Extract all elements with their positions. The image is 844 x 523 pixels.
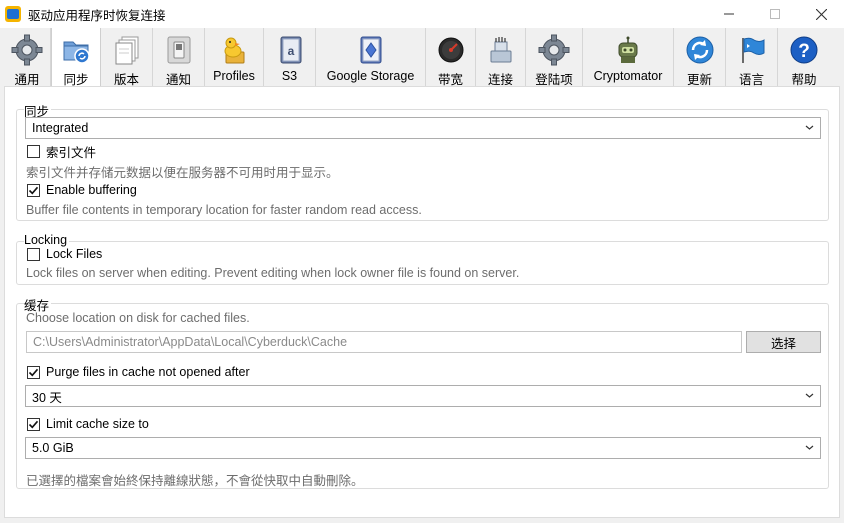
close-icon xyxy=(815,8,827,20)
google-storage-icon xyxy=(354,34,388,66)
group-title-locking: Locking xyxy=(24,233,70,247)
purge-files-checkbox[interactable] xyxy=(27,365,40,379)
index-files-label: 索引文件 xyxy=(46,146,97,160)
gear-icon xyxy=(10,34,44,66)
cache-size-value: 5.0 GiB xyxy=(32,441,74,455)
cache-location-description: Choose location on disk for cached files… xyxy=(26,311,250,325)
cache-footer-description: 已選擇的檔案會始終保持離線狀態，不會從快取中自動刪除。 xyxy=(26,474,364,488)
tab-sync[interactable]: 同步 xyxy=(51,28,101,87)
minimize-button[interactable] xyxy=(706,0,752,28)
svg-text:a: a xyxy=(287,44,294,58)
window-controls xyxy=(706,0,844,28)
choose-folder-label: 选择 xyxy=(770,335,796,351)
tab-help[interactable]: ? 帮助 xyxy=(778,28,830,87)
lock-files-label: Lock Files xyxy=(46,247,103,261)
index-files-description: 索引文件并存储元数据以便在服务器不可用时用于显示。 xyxy=(26,166,339,180)
checkmark-icon xyxy=(28,368,39,376)
duck-icon xyxy=(217,34,251,66)
robot-icon xyxy=(611,34,645,66)
tab-general[interactable]: 通用 xyxy=(4,28,51,87)
tab-update[interactable]: 更新 xyxy=(674,28,726,87)
limit-cache-checkbox[interactable] xyxy=(27,417,40,431)
cache-path-value: C:\Users\Administrator\AppData\Local\Cyb… xyxy=(33,335,348,349)
checkmark-icon xyxy=(28,420,39,428)
enable-buffering-checkbox-row[interactable]: Enable buffering xyxy=(27,183,137,197)
choose-folder-button[interactable]: 选择 xyxy=(746,331,821,353)
purge-files-checkbox-row[interactable]: Purge files in cache not opened after xyxy=(27,365,250,379)
chevron-down-icon xyxy=(805,393,814,398)
versions-icon xyxy=(110,34,144,66)
tab-profiles[interactable]: Profiles xyxy=(205,28,264,86)
tab-s3[interactable]: a S3 xyxy=(264,28,316,86)
maximize-icon xyxy=(770,9,780,19)
gear-icon xyxy=(537,34,571,66)
title-bar: 驱动应用程序时恢复连接 xyxy=(0,0,844,28)
chevron-down-icon xyxy=(805,445,814,450)
limit-cache-label: Limit cache size to xyxy=(46,417,149,431)
purge-files-label: Purge files in cache not opened after xyxy=(46,365,250,379)
buffering-description: Buffer file contents in temporary locati… xyxy=(26,203,422,217)
tab-versions[interactable]: 版本 xyxy=(101,28,153,87)
s3-icon: a xyxy=(273,34,307,66)
tab-language[interactable]: 语言 xyxy=(726,28,778,87)
tab-label: S3 xyxy=(281,69,298,83)
minimize-icon xyxy=(724,13,734,15)
help-icon: ? xyxy=(787,34,821,66)
enable-buffering-checkbox[interactable] xyxy=(27,183,40,197)
lock-files-checkbox-row[interactable]: Lock Files xyxy=(27,247,102,261)
tab-cryptomator[interactable]: Cryptomator xyxy=(583,28,674,86)
tab-label: Profiles xyxy=(213,69,255,83)
checkmark-icon xyxy=(28,186,39,194)
tab-bandwidth[interactable]: 带宽 xyxy=(426,28,476,87)
limit-cache-checkbox-row[interactable]: Limit cache size to xyxy=(27,417,149,431)
chevron-down-icon xyxy=(805,125,814,130)
tab-label: Google Storage xyxy=(326,69,415,83)
sync-icon xyxy=(59,34,93,66)
close-button[interactable] xyxy=(798,0,844,28)
tab-label: Cryptomator xyxy=(593,69,663,83)
toggle-icon xyxy=(162,34,196,66)
svg-text:?: ? xyxy=(798,41,810,62)
lock-files-checkbox[interactable] xyxy=(27,247,40,261)
sync-preferences-panel: 同步 Integrated 索引文件 索引文件并存储元数据以便在服务器不可用时用… xyxy=(4,86,840,518)
tab-google-storage[interactable]: Google Storage xyxy=(316,28,426,86)
sync-mode-value: Integrated xyxy=(32,121,89,135)
lock-files-description: Lock files on server when editing. Preve… xyxy=(26,266,520,280)
gauge-icon xyxy=(434,34,468,66)
tab-connection[interactable]: 连接 xyxy=(476,28,526,87)
preferences-toolbar: 通用 同步 版本 通知 Profiles a S3 Google Storage… xyxy=(0,28,844,87)
update-icon xyxy=(683,34,717,66)
network-icon xyxy=(484,34,518,66)
window-title: 驱动应用程序时恢复连接 xyxy=(28,7,166,23)
cache-size-select[interactable]: 5.0 GiB xyxy=(25,437,821,459)
flag-icon xyxy=(735,34,769,66)
maximize-button[interactable] xyxy=(752,0,798,28)
enable-buffering-label: Enable buffering xyxy=(46,183,137,197)
index-files-checkbox-row[interactable]: 索引文件 xyxy=(27,142,96,161)
tab-login-items[interactable]: 登陆项 xyxy=(526,28,583,87)
app-icon xyxy=(5,6,21,22)
sync-mode-select[interactable]: Integrated xyxy=(25,117,821,139)
purge-duration-select[interactable]: 30 天 xyxy=(25,385,821,407)
tab-notifications[interactable]: 通知 xyxy=(153,28,205,87)
purge-duration-value: 30 天 xyxy=(32,390,62,405)
cache-path-input[interactable]: C:\Users\Administrator\AppData\Local\Cyb… xyxy=(26,331,742,353)
index-files-checkbox[interactable] xyxy=(27,145,40,158)
